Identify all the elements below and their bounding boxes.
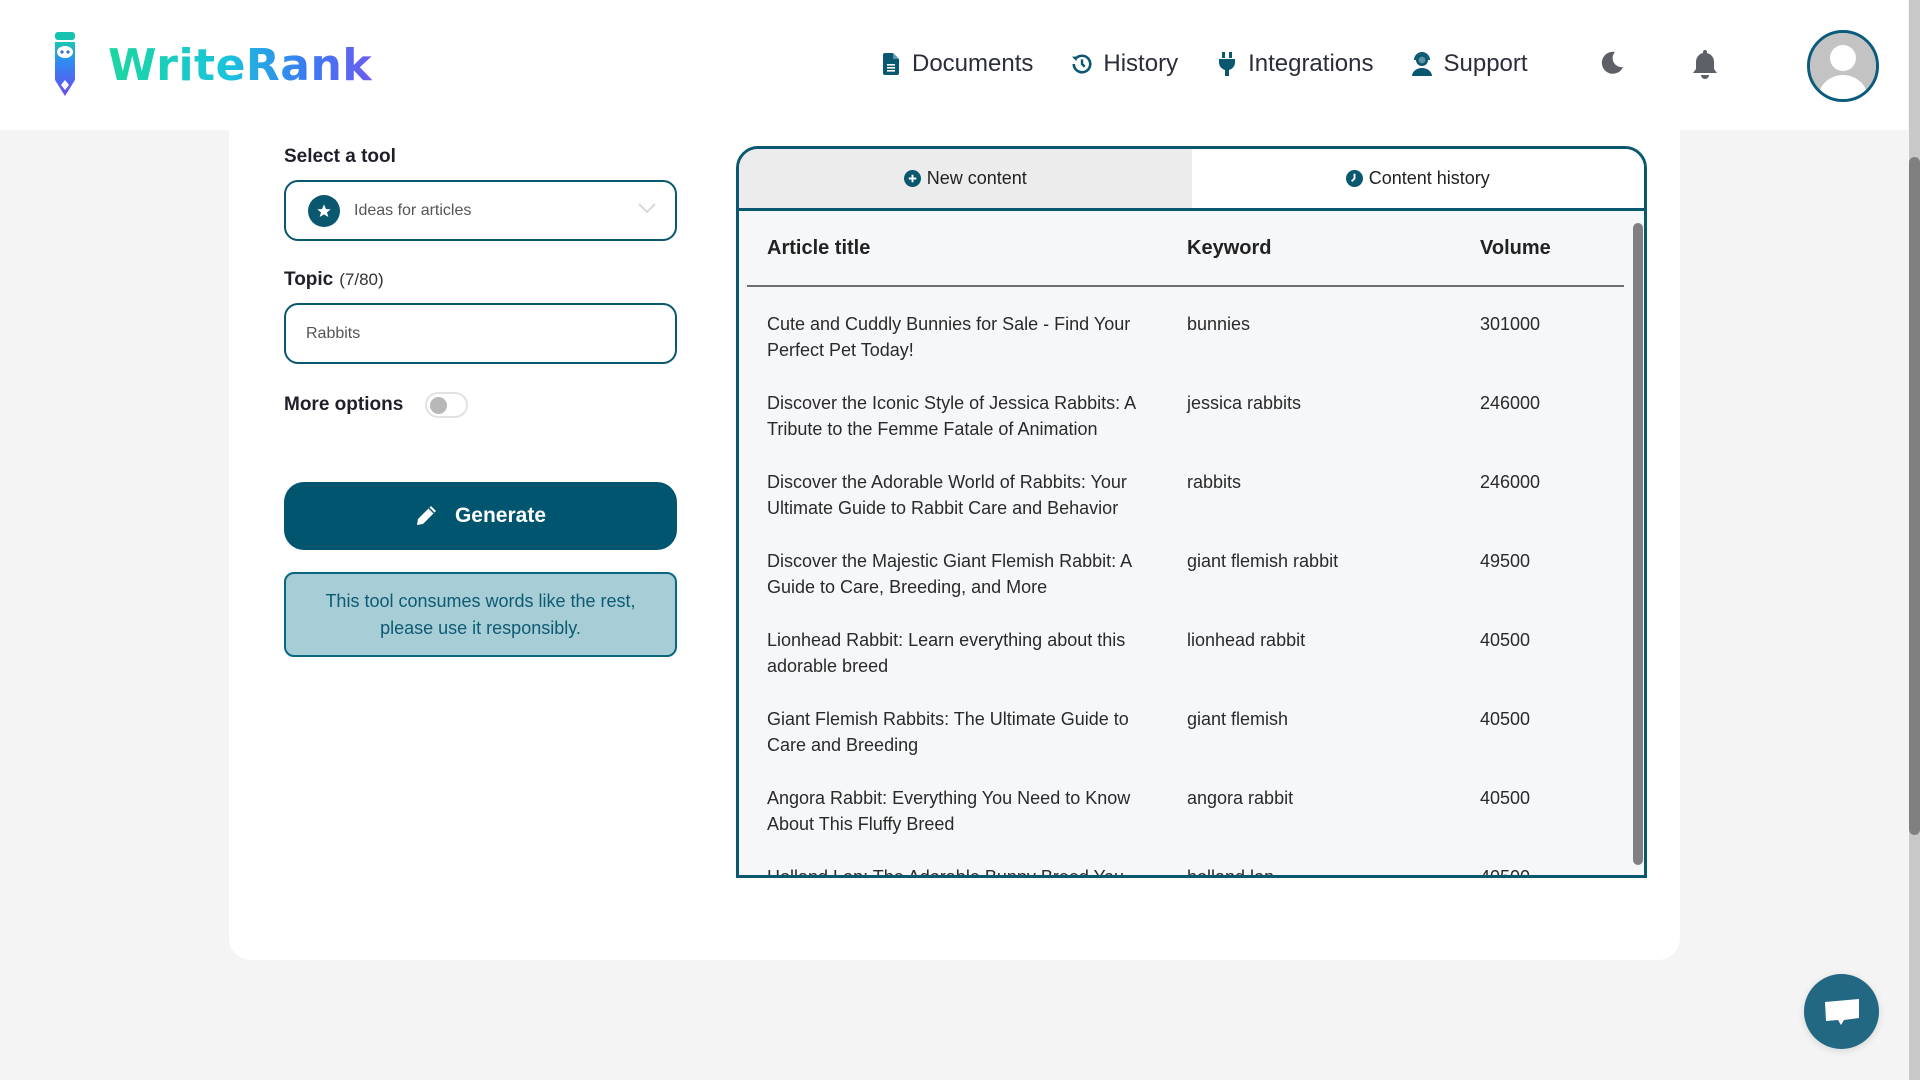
cell-keyword: holland lop <box>1187 867 1275 878</box>
page-scrollbar-thumb[interactable] <box>1909 157 1920 835</box>
tab-content-history[interactable]: Content history <box>1191 149 1644 208</box>
cell-volume: 40500 <box>1480 788 1531 808</box>
nav-integrations[interactable]: Integrations <box>1216 50 1373 78</box>
content-panel: New content Content history Article titl… <box>736 146 1647 878</box>
nav-history[interactable]: History <box>1071 50 1178 78</box>
cell-keyword: bunnies <box>1187 314 1251 334</box>
cell-volume: 40500 <box>1480 709 1531 729</box>
moon-icon <box>1601 51 1623 74</box>
cell-title: Discover the Adorable World of Rabbits: … <box>767 472 1127 518</box>
table-row[interactable]: Cute and Cuddly Bunnies for Sale - Find … <box>747 287 1644 366</box>
logo[interactable]: WriteRank <box>52 32 372 98</box>
page-scrollbar[interactable] <box>1909 0 1920 1080</box>
cell-volume: 40500 <box>1480 630 1531 650</box>
table-scrollbar[interactable] <box>1632 211 1644 875</box>
plus-circle-icon <box>903 170 921 187</box>
nav-support[interactable]: Support <box>1411 50 1528 78</box>
cell-title: Angora Rabbit: Everything You Need to Kn… <box>767 788 1131 834</box>
document-icon <box>880 52 902 76</box>
generate-button[interactable]: Generate <box>284 482 677 550</box>
select-tool-label: Select a tool <box>284 146 396 167</box>
cell-keyword: angora rabbit <box>1187 788 1294 808</box>
more-options-toggle[interactable] <box>425 392 469 418</box>
cell-keyword: jessica rabbits <box>1187 393 1302 413</box>
main-nav: Documents History Integrations Support <box>880 44 1566 84</box>
cell-keyword: giant flemish rabbit <box>1187 551 1339 571</box>
tool-form: Select a tool Ideas for articles Topic (7… <box>284 146 677 657</box>
nav-label: History <box>1103 50 1179 77</box>
nav-documents[interactable]: Documents <box>880 50 1033 78</box>
cell-title: Holland Lop: The Adorable Bunny Breed Yo… <box>767 867 1124 878</box>
cell-keyword: lionhead rabbit <box>1187 630 1306 650</box>
generate-label: Generate <box>454 504 547 527</box>
user-avatar-icon <box>1810 33 1876 99</box>
chat-button[interactable] <box>1804 974 1879 1049</box>
theme-toggle-button[interactable] <box>1597 48 1627 80</box>
cell-title: Lionhead Rabbit: Learn everything about … <box>767 630 1126 676</box>
pencil-logo-icon <box>55 32 75 96</box>
tab-label: Content history <box>1368 168 1490 188</box>
cell-keyword: rabbits <box>1187 472 1242 492</box>
history-table: Article title Keyword Volume Cute and Cu… <box>739 211 1644 878</box>
plug-icon <box>1216 52 1238 76</box>
tab-label: New content <box>926 168 1027 188</box>
topic-input[interactable]: Rabbits <box>284 303 677 364</box>
tool-select-value: Ideas for articles <box>354 201 472 219</box>
toggle-knob <box>430 397 448 414</box>
pencil-icon <box>416 506 436 525</box>
nav-label: Integrations <box>1248 50 1374 77</box>
column-header-title[interactable]: Article title <box>747 237 1187 260</box>
topic-label: Topic (7/80) <box>284 269 677 291</box>
table-header: Article title Keyword Volume <box>747 211 1624 287</box>
chevron-down-icon <box>638 203 656 214</box>
clock-icon <box>1345 170 1363 187</box>
table-body: Cute and Cuddly Bunnies for Sale - Find … <box>739 287 1644 878</box>
more-options-row: More options <box>284 392 677 418</box>
star-icon <box>308 194 340 227</box>
table-row[interactable]: Giant Flemish Rabbits: The Ultimate Guid… <box>747 682 1644 761</box>
column-header-volume[interactable]: Volume <box>1480 237 1600 260</box>
panel-tabs: New content Content history <box>739 149 1644 211</box>
chat-bubble-icon <box>1824 998 1859 1025</box>
more-options-label: More options <box>284 394 404 415</box>
table-row[interactable]: Discover the Majestic Giant Flemish Rabb… <box>747 524 1644 603</box>
nav-label: Support <box>1443 50 1528 77</box>
table-row[interactable]: Lionhead Rabbit: Learn everything about … <box>747 603 1644 682</box>
cell-title: Discover the Majestic Giant Flemish Rabb… <box>767 551 1132 597</box>
cell-volume: 40500 <box>1480 867 1531 878</box>
cell-volume: 301000 <box>1480 314 1541 334</box>
top-header: WriteRank Documents History Integrations… <box>0 0 1908 130</box>
tool-select[interactable]: Ideas for articles <box>284 180 677 241</box>
table-row[interactable]: Angora Rabbit: Everything You Need to Kn… <box>747 761 1644 840</box>
usage-notice: This tool consumes words like the rest, … <box>284 572 677 657</box>
cell-title: Cute and Cuddly Bunnies for Sale - Find … <box>767 314 1131 360</box>
cell-title: Giant Flemish Rabbits: The Ultimate Guid… <box>767 709 1129 755</box>
cell-volume: 49500 <box>1480 551 1531 571</box>
table-row[interactable]: Discover the Adorable World of Rabbits: … <box>747 445 1644 524</box>
notifications-button[interactable] <box>1690 48 1720 80</box>
column-header-keyword[interactable]: Keyword <box>1187 237 1480 260</box>
table-row[interactable]: Discover the Iconic Style of Jessica Rab… <box>747 366 1644 445</box>
topic-char-count: (7/80) <box>339 270 384 289</box>
user-avatar[interactable] <box>1807 30 1879 102</box>
topic-label-text: Topic <box>284 269 334 290</box>
app-name: WriteRank <box>108 39 373 91</box>
history-icon <box>1071 52 1093 76</box>
cell-volume: 246000 <box>1480 393 1541 413</box>
topic-input-value: Rabbits <box>306 324 361 342</box>
table-scrollbar-thumb[interactable] <box>1633 223 1643 865</box>
cell-keyword: giant flemish <box>1187 709 1289 729</box>
nav-label: Documents <box>912 50 1034 77</box>
cell-title: Discover the Iconic Style of Jessica Rab… <box>767 393 1136 439</box>
cell-volume: 246000 <box>1480 472 1541 492</box>
tab-new-content[interactable]: New content <box>739 149 1192 208</box>
bell-icon <box>1693 50 1717 79</box>
table-row[interactable]: Holland Lop: The Adorable Bunny Breed Yo… <box>747 840 1644 878</box>
headset-icon <box>1411 52 1433 76</box>
